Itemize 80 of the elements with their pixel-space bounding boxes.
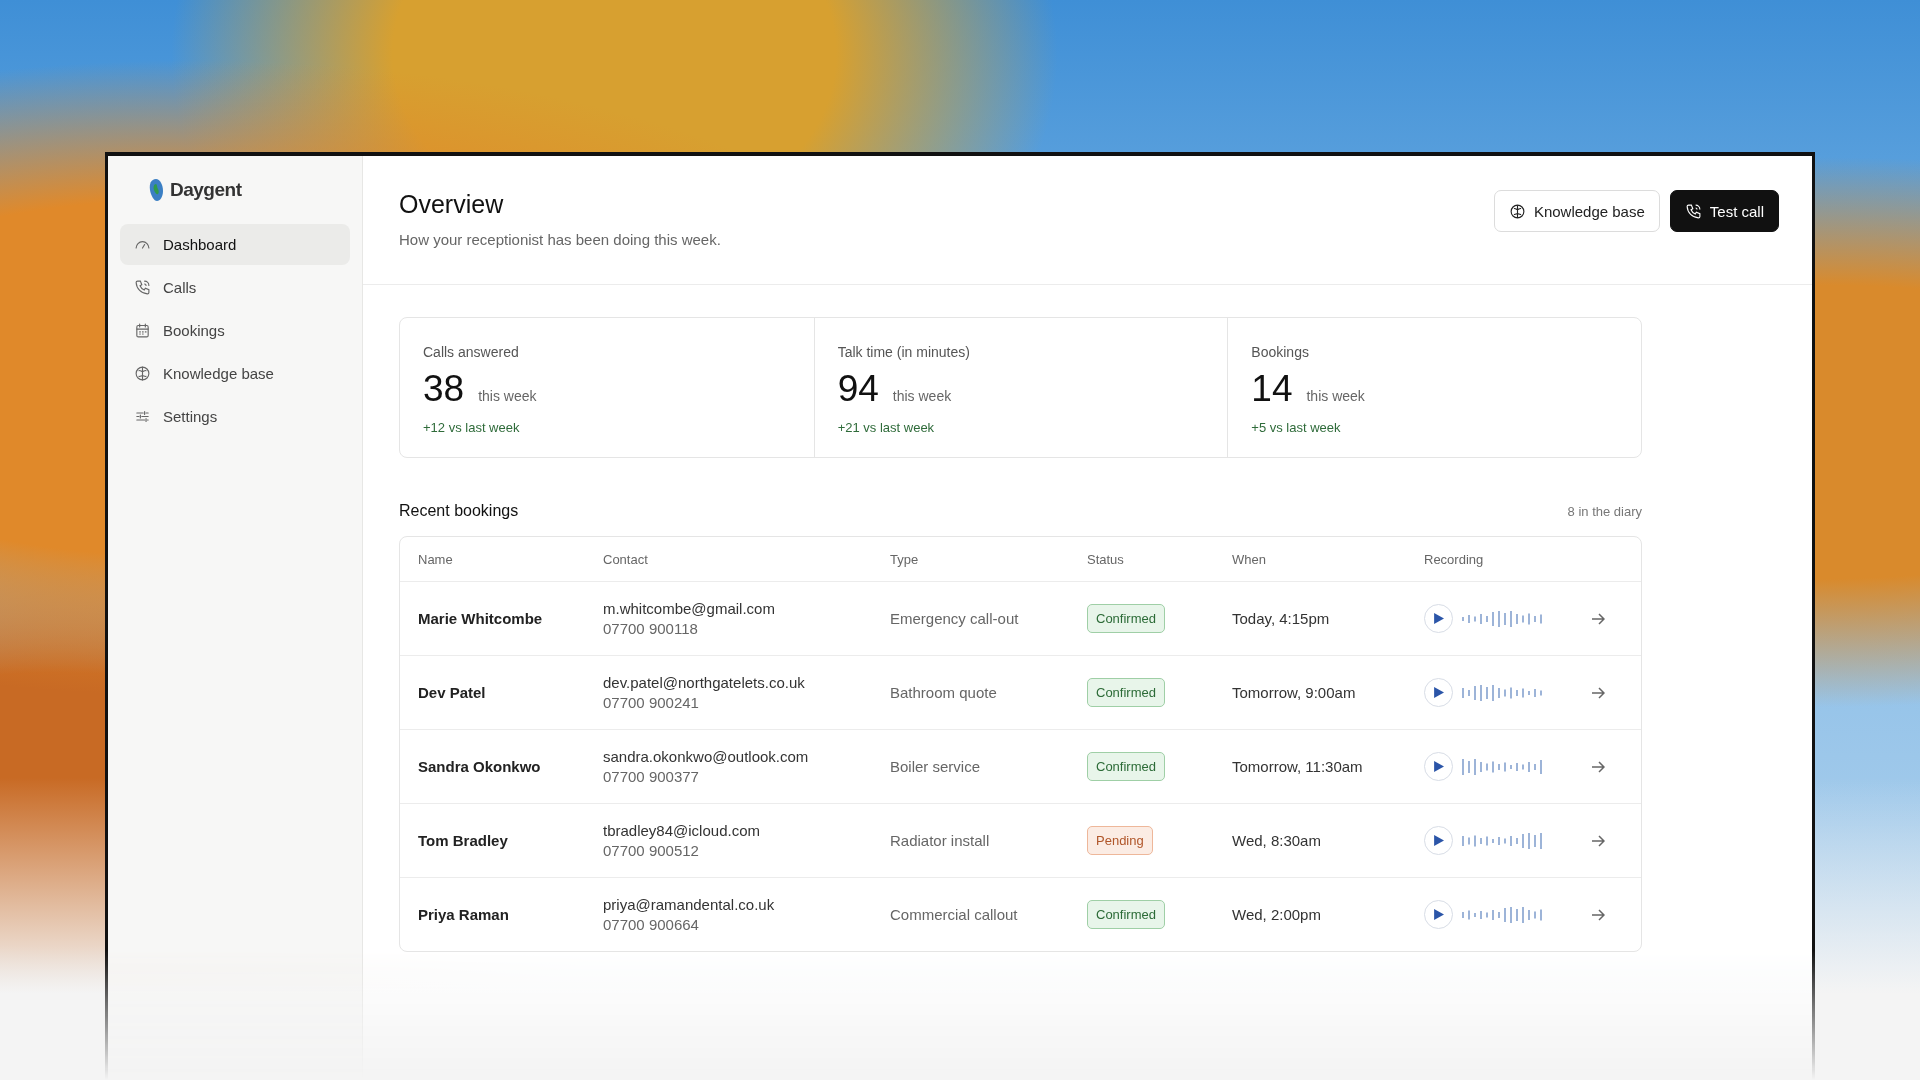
stat-value: 94: [837, 368, 879, 410]
play-button[interactable]: [1424, 678, 1453, 707]
table-cell-text: Today, 4:15pm: [1232, 610, 1331, 627]
play-icon: [1433, 909, 1444, 920]
status-badge: Confirmed: [1087, 678, 1165, 707]
stat-label: Talk time (in minutes): [837, 344, 971, 360]
arrow-right-icon[interactable]: [1591, 833, 1605, 848]
play-icon: [1433, 835, 1444, 846]
brand-name: Daygent: [170, 179, 242, 201]
sidebar-item[interactable]: Dashboard: [120, 224, 350, 265]
table-cell-text: Boiler service: [890, 758, 982, 775]
email-text: sandra.okonkwo@outlook.com: [603, 748, 810, 765]
table-cell-text: Sandra Okonkwo: [418, 758, 542, 775]
arrow-right-icon[interactable]: [1591, 611, 1605, 626]
play-button[interactable]: [1424, 604, 1453, 633]
phone-text: 07700 900118: [603, 620, 699, 637]
table-cell-text: Wed, 2:00pm: [1232, 906, 1322, 923]
logo-icon: [148, 178, 164, 202]
table-cell-text: Commercial callout: [890, 906, 1019, 923]
stat-unit: this week: [892, 388, 952, 404]
status-badge: Confirmed: [1087, 752, 1165, 781]
table-cell-text: Marie Whitcombe: [418, 610, 544, 627]
phone-text: 07700 900512: [603, 842, 700, 859]
status-badge: Pending: [1087, 826, 1153, 855]
stat-value: 14: [1251, 368, 1293, 410]
booking-count: 8 in the diary: [1567, 504, 1642, 519]
table-cell-text: Dev Patel: [418, 684, 487, 701]
sidebar-item[interactable]: Calls: [120, 267, 350, 308]
phone-text: 07700 900377: [603, 768, 700, 785]
table-cell-text: Tomorrow, 9:00am: [1232, 684, 1357, 701]
arrow-right-icon[interactable]: [1591, 759, 1605, 774]
stat-value: 38: [423, 368, 465, 410]
test-call-button[interactable]: Test call: [1669, 190, 1779, 232]
stat-unit: this week: [478, 388, 537, 404]
phone-text: 07700 900241: [603, 694, 700, 711]
stat-label: Calls answered: [423, 344, 520, 360]
column-header: Type: [890, 551, 920, 567]
play-button[interactable]: [1424, 826, 1453, 855]
column-header: Status: [1087, 551, 1125, 567]
table-cell-text: Wed, 8:30am: [1232, 832, 1322, 849]
column-header: When: [1232, 551, 1267, 567]
play-button[interactable]: [1424, 900, 1453, 929]
table-cell-text: Tom Bradley: [418, 832, 509, 849]
table-cell-text: Tomorrow, 11:30am: [1232, 758, 1364, 775]
phone-icon: [134, 279, 151, 296]
email-text: tbradley84@icloud.com: [603, 822, 761, 839]
arrow-right-icon[interactable]: [1591, 907, 1605, 922]
header-button[interactable]: Knowledge base: [1493, 190, 1660, 232]
column-header: Recording: [1424, 551, 1485, 567]
phone-icon: [1684, 202, 1702, 220]
email-text: priya@ramandental.co.uk: [603, 896, 776, 913]
column-header: Contact: [603, 551, 649, 567]
phone-text: 07700 900664: [603, 916, 700, 933]
stat-unit: this week: [1306, 388, 1365, 404]
status-badge: Confirmed: [1087, 900, 1165, 929]
play-icon: [1433, 613, 1444, 624]
section-title: Recent bookings: [399, 502, 519, 520]
page-title: Overview: [399, 190, 505, 219]
sidebar-item[interactable]: Bookings: [120, 310, 350, 351]
stat-change: +5 vs last week: [1251, 420, 1342, 435]
column-header: Name: [418, 551, 454, 567]
page-subtitle: How your receptionist has been doing this week.: [399, 231, 721, 248]
arrow-right-icon[interactable]: [1591, 685, 1605, 700]
stat-change: +21 vs last week: [837, 420, 936, 435]
table-cell-text: Radiator install: [890, 832, 991, 849]
play-icon: [1433, 687, 1444, 698]
table-cell-text: Bathroom quote: [890, 684, 998, 701]
sidebar-item[interactable]: Knowledge base: [120, 353, 350, 394]
table-cell-text: Emergency call-out: [890, 610, 1020, 627]
sidebar-item[interactable]: Settings: [120, 396, 350, 437]
stat-label: Bookings: [1251, 344, 1310, 360]
play-button[interactable]: [1424, 752, 1453, 781]
table-cell-text: Priya Raman: [418, 906, 510, 923]
email-text: m.whitcombe@gmail.com: [603, 600, 776, 617]
status-badge: Confirmed: [1087, 604, 1165, 633]
sliders-icon: [134, 408, 151, 425]
play-icon: [1433, 761, 1444, 772]
calendar-icon: [134, 322, 151, 339]
email-text: dev.patel@northgatelets.co.uk: [603, 674, 806, 691]
stat-change: +12 vs last week: [423, 420, 521, 435]
